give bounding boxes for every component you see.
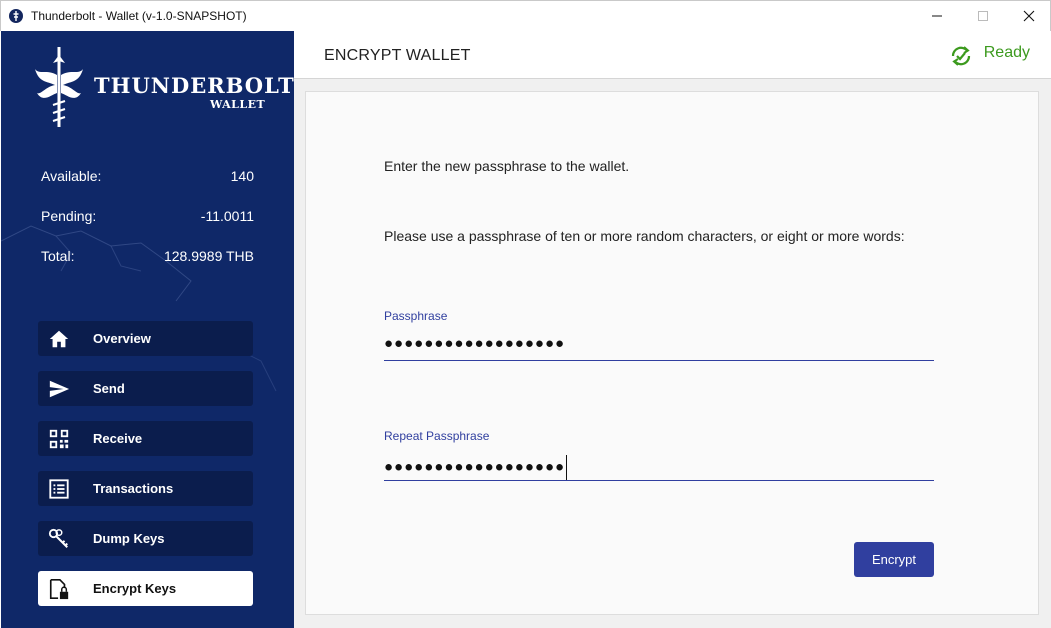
passphrase-hint-text: Please use a passphrase of ten or more r… [384,228,905,244]
app-logo-icon [9,9,23,23]
close-button[interactable] [1006,1,1051,32]
page-title: ENCRYPT WALLET [324,47,471,64]
text-caret [566,455,568,480]
nav-item-receive[interactable]: Receive [38,421,253,456]
nav-item-label: Send [93,381,125,396]
minimize-button[interactable] [914,1,960,32]
window-title: Thunderbolt - Wallet (v-1.0-SNAPSHOT) [31,9,247,23]
encrypt-button[interactable]: Encrypt [854,542,934,577]
pending-value: -11.0011 [200,208,254,224]
nav-item-transactions[interactable]: Transactions [38,471,253,506]
instruction-text: Enter the new passphrase to the wallet. [384,158,630,174]
nav-item-send[interactable]: Send [38,371,253,406]
logo-subtitle: WALLET [210,98,266,111]
sync-check-icon [951,46,970,66]
passphrase-value: ●●●●●●●●●●●●●●●●●● [384,335,566,352]
thunderbolt-crest-icon [35,47,83,127]
close-icon [1023,10,1035,22]
maximize-button[interactable] [960,1,1006,32]
qr-code-icon [49,429,69,449]
maximize-icon [978,11,988,21]
nav-item-label: Dump Keys [93,531,165,546]
passphrase-label: Passphrase [384,309,448,323]
page-header: ENCRYPT WALLET Ready [294,31,1051,79]
home-icon [49,330,69,348]
total-label: Total: [41,248,75,264]
file-lock-icon [49,579,69,600]
pending-label: Pending: [41,208,97,224]
available-label: Available: [41,168,102,184]
nav-item-encrypt-keys[interactable]: Encrypt Keys [38,571,253,606]
nav-item-dump-keys[interactable]: Dump Keys [38,521,253,556]
available-value: 140 [230,168,254,184]
title-bar: Thunderbolt - Wallet (v-1.0-SNAPSHOT) [0,0,1051,31]
repeat-passphrase-input: ●●●●●●●●●●●●●●●●●● [384,455,568,480]
sidebar: THUNDERBOLT WALLET Available: 140 Pendin… [1,31,294,628]
main-area: Enter the new passphrase to the wallet. … [294,79,1051,628]
nav-item-label: Transactions [93,481,174,496]
status-indicator: Ready [951,44,1030,66]
nav-item-label: Encrypt Keys [93,581,177,596]
logo-title: THUNDERBOLT [94,73,294,98]
minimize-icon [932,15,942,17]
nav-item-label: Overview [93,331,151,346]
total-value: 128.9989 THB [163,248,254,264]
send-icon [49,380,70,398]
encrypt-form-card: Enter the new passphrase to the wallet. … [305,91,1039,615]
status-text: Ready [983,44,1030,61]
nav-item-label: Receive [93,431,143,446]
list-icon [49,479,69,499]
passphrase-field[interactable]: ●●●●●●●●●●●●●●●●●● [384,333,934,361]
keys-icon [48,528,68,548]
nav-item-overview[interactable]: Overview [38,321,253,356]
repeat-passphrase-field[interactable]: ●●●●●●●●●●●●●●●●●● [384,453,934,481]
repeat-passphrase-label: Repeat Passphrase [384,429,490,443]
repeat-passphrase-value: ●●●●●●●●●●●●●●●●●● [384,458,566,476]
